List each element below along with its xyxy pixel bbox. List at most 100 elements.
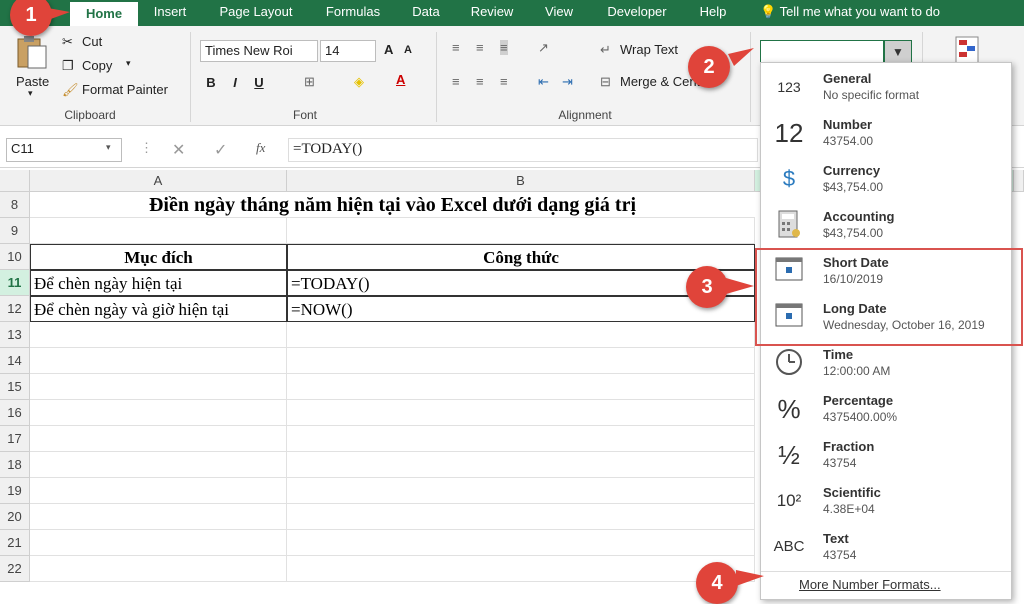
- cell[interactable]: [287, 530, 755, 556]
- row-number[interactable]: 15: [0, 374, 30, 400]
- cell[interactable]: [30, 530, 287, 556]
- grow-font-button[interactable]: A: [384, 42, 393, 57]
- number-format-input[interactable]: [760, 40, 884, 64]
- format-option-percentage[interactable]: % Percentage 4375400.00%: [761, 385, 1011, 431]
- cell[interactable]: [30, 452, 287, 478]
- row-number[interactable]: 13: [0, 322, 30, 348]
- insert-function-icon[interactable]: fx: [256, 140, 265, 156]
- increase-indent-icon[interactable]: ⇥: [562, 74, 573, 90]
- copy-dropdown-icon[interactable]: ▾: [126, 58, 131, 69]
- align-middle-icon[interactable]: ≡: [476, 40, 484, 55]
- font-size-select[interactable]: 14: [320, 40, 376, 62]
- wrap-text-button[interactable]: ↵ Wrap Text: [600, 42, 690, 60]
- decrease-indent-icon[interactable]: ⇤: [538, 74, 549, 90]
- more-number-formats-link[interactable]: More Number Formats...: [799, 577, 941, 592]
- select-all-corner[interactable]: [0, 170, 30, 192]
- cell-b11[interactable]: =TODAY(): [287, 270, 755, 296]
- font-color-icon[interactable]: A: [396, 72, 405, 87]
- cell-a12[interactable]: Để chèn ngày và giờ hiện tại: [30, 296, 287, 322]
- paste-button[interactable]: Paste ▾: [10, 32, 54, 102]
- tab-help[interactable]: Help: [688, 0, 738, 26]
- number-format-dropdown-button[interactable]: ▼: [884, 40, 912, 64]
- row-number[interactable]: 18: [0, 452, 30, 478]
- font-name-select[interactable]: Times New Roi: [200, 40, 318, 62]
- cell[interactable]: [30, 322, 287, 348]
- cell[interactable]: [287, 322, 755, 348]
- name-box-dropdown-icon[interactable]: ▾: [106, 142, 111, 153]
- cell[interactable]: [287, 556, 755, 582]
- cancel-icon[interactable]: ✕: [172, 140, 185, 160]
- cell[interactable]: [30, 504, 287, 530]
- cell[interactable]: [30, 556, 287, 582]
- row-number[interactable]: 19: [0, 478, 30, 504]
- italic-button[interactable]: I: [226, 74, 244, 92]
- row-number[interactable]: 21: [0, 530, 30, 556]
- format-option-accounting[interactable]: Accounting $43,754.00: [761, 201, 1011, 247]
- bold-button[interactable]: B: [202, 74, 220, 92]
- fill-color-icon[interactable]: ◈: [354, 74, 364, 90]
- tab-page-layout[interactable]: Page Layout: [208, 0, 304, 26]
- header-cell-formula[interactable]: Công thức: [287, 244, 755, 270]
- row-number[interactable]: 17: [0, 426, 30, 452]
- format-option-fraction[interactable]: ½ Fraction 43754: [761, 431, 1011, 477]
- cell-a9[interactable]: [30, 218, 287, 244]
- orientation-icon[interactable]: ↗: [538, 40, 549, 56]
- align-bottom-icon[interactable]: ≡: [500, 40, 508, 55]
- tell-me-search[interactable]: 💡 Tell me what you want to do: [760, 0, 940, 26]
- row-number[interactable]: 22: [0, 556, 30, 582]
- cell[interactable]: [30, 478, 287, 504]
- cell[interactable]: [287, 478, 755, 504]
- row-number[interactable]: 20: [0, 504, 30, 530]
- cell[interactable]: [287, 348, 755, 374]
- cell[interactable]: [30, 348, 287, 374]
- tab-review[interactable]: Review: [460, 0, 524, 26]
- cell[interactable]: [287, 504, 755, 530]
- column-header-d[interactable]: [1014, 170, 1024, 192]
- row-number[interactable]: 9: [0, 218, 30, 244]
- paste-dropdown-icon[interactable]: ▾: [28, 88, 33, 99]
- column-header-a[interactable]: A: [30, 170, 287, 192]
- cell[interactable]: [287, 452, 755, 478]
- format-painter-button[interactable]: 🖌 Format Painter: [62, 82, 182, 100]
- cut-button[interactable]: ✂ Cut: [62, 34, 142, 52]
- enter-check-icon[interactable]: ✓: [214, 140, 227, 160]
- cell-b9[interactable]: [287, 218, 755, 244]
- copy-button[interactable]: ❐ Copy ▾: [62, 58, 142, 76]
- row-number[interactable]: 16: [0, 400, 30, 426]
- underline-button[interactable]: U: [250, 74, 268, 92]
- cell[interactable]: [30, 426, 287, 452]
- align-top-icon[interactable]: ≡: [452, 40, 460, 55]
- column-header-b[interactable]: B: [287, 170, 755, 192]
- cell-a11[interactable]: Để chèn ngày hiện tại: [30, 270, 287, 296]
- cell[interactable]: [30, 374, 287, 400]
- format-option-currency[interactable]: $ Currency $43,754.00: [761, 155, 1011, 201]
- format-option-general[interactable]: 123 General No specific format: [761, 63, 1011, 109]
- format-option-text[interactable]: ABC Text 43754: [761, 523, 1011, 569]
- tab-home[interactable]: Home: [70, 0, 138, 26]
- cell[interactable]: [287, 374, 755, 400]
- tab-developer[interactable]: Developer: [596, 0, 678, 26]
- align-center-icon[interactable]: ≡: [476, 74, 484, 89]
- row-number[interactable]: 8: [0, 192, 30, 218]
- tab-formulas[interactable]: Formulas: [312, 0, 394, 26]
- tab-insert[interactable]: Insert: [140, 0, 200, 26]
- borders-icon[interactable]: ⊞: [304, 74, 315, 90]
- cell[interactable]: [287, 400, 755, 426]
- align-left-icon[interactable]: ≡: [452, 74, 460, 89]
- row-number[interactable]: 10: [0, 244, 30, 270]
- name-box[interactable]: C11: [6, 138, 122, 162]
- cell[interactable]: [30, 400, 287, 426]
- conditional-formatting-icon[interactable]: [955, 36, 979, 64]
- cell-b12[interactable]: =NOW(): [287, 296, 755, 322]
- cell[interactable]: [287, 426, 755, 452]
- title-cell[interactable]: Điền ngày tháng năm hiện tại vào Excel d…: [30, 192, 755, 218]
- shrink-font-button[interactable]: A: [404, 44, 412, 56]
- tab-data[interactable]: Data: [400, 0, 452, 26]
- format-option-number[interactable]: 12 Number 43754.00: [761, 109, 1011, 155]
- formula-input[interactable]: =TODAY(): [288, 138, 758, 162]
- header-cell-purpose[interactable]: Mục đích: [30, 244, 287, 270]
- align-right-icon[interactable]: ≡: [500, 74, 508, 89]
- format-option-scientific[interactable]: 10² Scientific 4.38E+04: [761, 477, 1011, 523]
- row-number[interactable]: 12: [0, 296, 30, 322]
- row-number[interactable]: 11: [0, 270, 30, 296]
